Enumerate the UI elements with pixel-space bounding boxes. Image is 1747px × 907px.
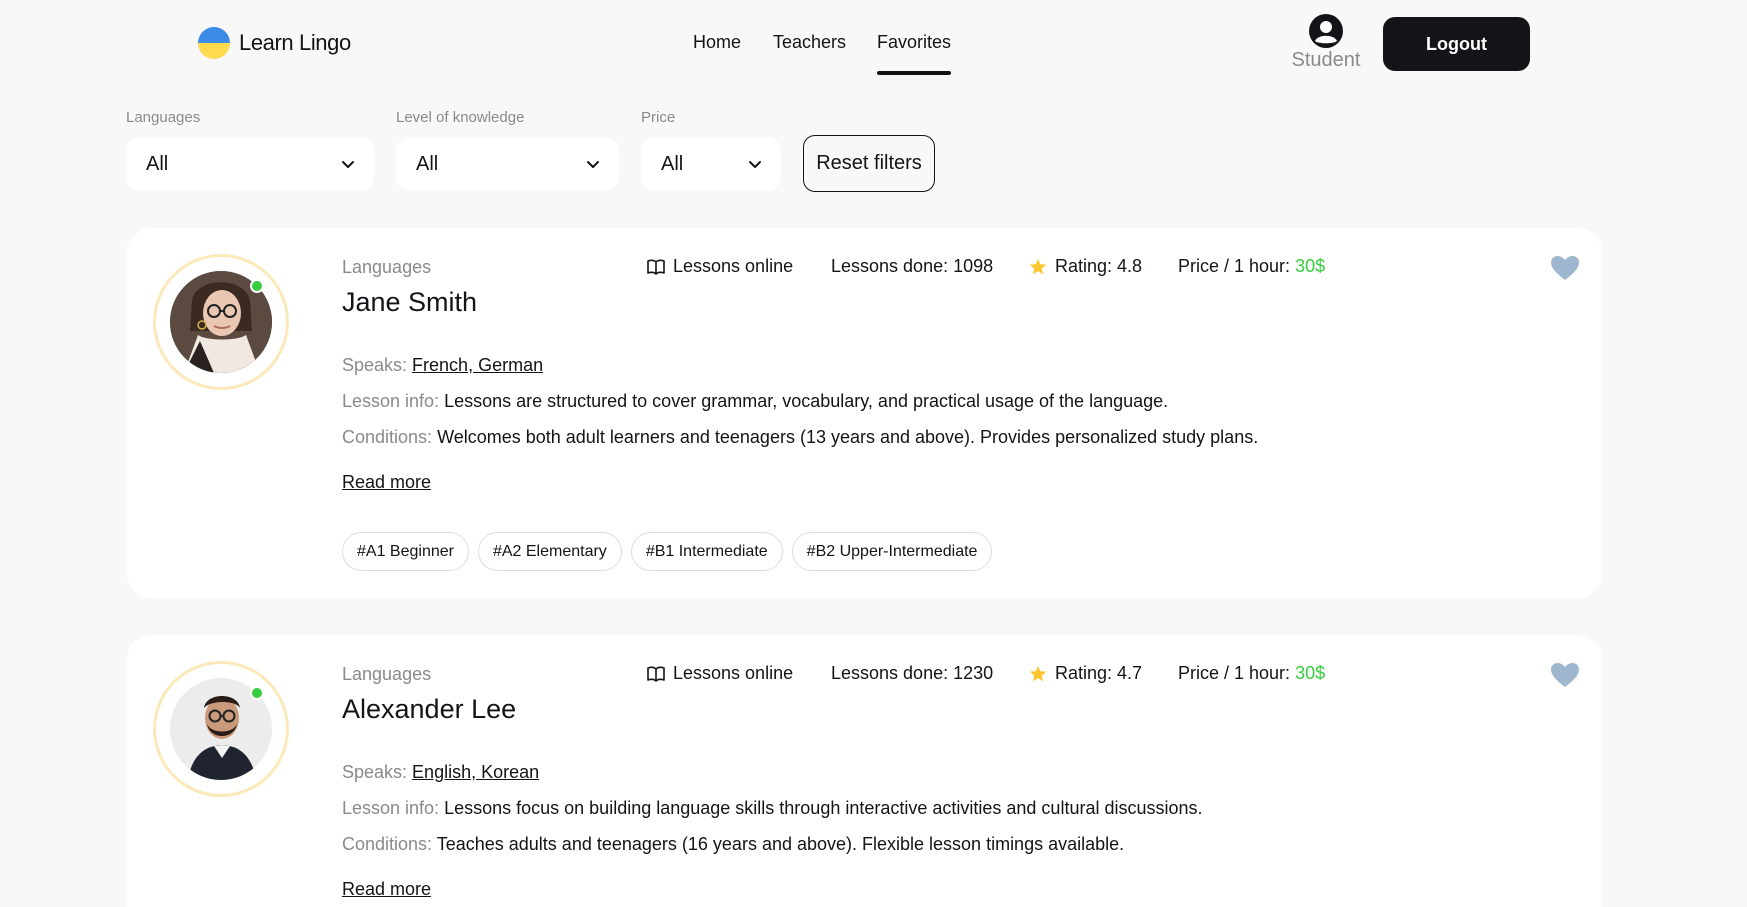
languages-filter-label: Languages bbox=[126, 109, 201, 126]
lessons-done-info: Lessons done: 1098 bbox=[831, 256, 993, 277]
lessons-online-info: Lessons online bbox=[647, 663, 793, 684]
logout-button[interactable]: Logout bbox=[1383, 17, 1530, 71]
teacher-name: Jane Smith bbox=[342, 287, 478, 317]
languages-select-value: All bbox=[146, 152, 169, 175]
chevron-down-icon bbox=[749, 161, 761, 168]
lessons-done-info: Lessons done: 1230 bbox=[831, 663, 993, 684]
price-info: Price / 1 hour: 30$ bbox=[1178, 663, 1325, 684]
level-tag[interactable]: #A2 Elementary bbox=[477, 532, 622, 571]
rating-info: Rating: 4.7 bbox=[1029, 663, 1142, 684]
nav-favorites[interactable]: Favorites bbox=[877, 32, 951, 53]
lesson-info-text: Lessons focus on building language skill… bbox=[444, 798, 1203, 818]
level-select[interactable]: All bbox=[396, 137, 619, 191]
rating-info: Rating: 4.8 bbox=[1029, 256, 1142, 277]
book-open-icon bbox=[647, 666, 665, 682]
price-select-value: All bbox=[661, 152, 684, 175]
conditions-line: Conditions: Welcomes both adult learners… bbox=[342, 427, 1258, 448]
rating-value: 4.8 bbox=[1117, 256, 1143, 276]
lessons-done-label: Lessons done: bbox=[831, 663, 954, 683]
reset-filters-button[interactable]: Reset filters bbox=[803, 135, 935, 192]
level-filter-label: Level of knowledge bbox=[396, 109, 525, 126]
conditions-label: Conditions: bbox=[342, 427, 438, 447]
speaks-label: Speaks: bbox=[342, 355, 413, 375]
active-nav-indicator bbox=[877, 71, 951, 75]
lesson-info-label: Lesson info: bbox=[342, 391, 445, 411]
lesson-info-line: Lesson info: Lessons are structured to c… bbox=[342, 391, 1168, 412]
rating-label: Rating: bbox=[1055, 256, 1118, 276]
read-more-link[interactable]: Read more bbox=[342, 472, 431, 493]
conditions-label: Conditions: bbox=[342, 834, 437, 854]
teacher-card: Languages Jane Smith Lessons online Less… bbox=[127, 228, 1602, 598]
price-label: Price / 1 hour: bbox=[1178, 256, 1296, 276]
lessons-done-value: 1098 bbox=[953, 256, 994, 276]
languages-label: Languages bbox=[342, 664, 432, 684]
speaks-label: Speaks: bbox=[342, 762, 413, 782]
price-value: 30$ bbox=[1295, 256, 1326, 276]
chevron-down-icon bbox=[587, 161, 599, 168]
ukraine-flag-icon bbox=[198, 27, 230, 59]
logo-text: Learn Lingo bbox=[239, 30, 351, 55]
price-info: Price / 1 hour: 30$ bbox=[1178, 256, 1325, 277]
rating-label: Rating: bbox=[1055, 663, 1118, 683]
logo[interactable]: Learn Lingo bbox=[198, 27, 351, 59]
lessons-done-label: Lessons done: bbox=[831, 256, 954, 276]
online-status-indicator bbox=[250, 686, 264, 700]
speaks-languages-link[interactable]: English, Korean bbox=[412, 762, 539, 782]
lessons-online-label: Lessons online bbox=[673, 663, 794, 683]
lesson-info-text: Lessons are structured to cover grammar,… bbox=[444, 391, 1169, 411]
online-status-indicator bbox=[250, 279, 264, 293]
chevron-down-icon bbox=[342, 161, 354, 168]
conditions-text: Teaches adults and teenagers (16 years a… bbox=[436, 834, 1125, 854]
read-more-link[interactable]: Read more bbox=[342, 879, 431, 900]
speaks-line: Speaks: French, German bbox=[342, 355, 543, 376]
header: Learn Lingo Home Teachers Favorites Stud… bbox=[0, 0, 1747, 90]
price-select[interactable]: All bbox=[641, 137, 781, 191]
star-icon bbox=[1029, 665, 1047, 682]
book-open-icon bbox=[647, 259, 665, 275]
teacher-card: Languages Alexander Lee Lessons online L… bbox=[127, 635, 1602, 907]
lesson-info-label: Lesson info: bbox=[342, 798, 445, 818]
user-profile[interactable]: Student bbox=[1290, 14, 1362, 72]
level-tag[interactable]: #A1 Beginner bbox=[342, 532, 469, 571]
teacher-name: Alexander Lee bbox=[342, 694, 517, 724]
heart-icon[interactable] bbox=[1550, 662, 1580, 688]
nav-home[interactable]: Home bbox=[693, 32, 741, 53]
teacher-avatar bbox=[153, 661, 289, 797]
price-label: Price / 1 hour: bbox=[1178, 663, 1296, 683]
lessons-done-value: 1230 bbox=[953, 663, 994, 683]
teacher-avatar bbox=[153, 254, 289, 390]
speaks-line: Speaks: English, Korean bbox=[342, 762, 539, 783]
level-tag[interactable]: #B1 Intermediate bbox=[630, 532, 783, 571]
rating-value: 4.7 bbox=[1117, 663, 1143, 683]
level-tag[interactable]: #B2 Upper-Intermediate bbox=[791, 532, 993, 571]
nav-teachers[interactable]: Teachers bbox=[773, 32, 846, 53]
lessons-online-label: Lessons online bbox=[673, 256, 794, 276]
languages-label: Languages bbox=[342, 257, 432, 277]
price-value: 30$ bbox=[1295, 663, 1326, 683]
level-tags: #A1 Beginner #A2 Elementary #B1 Intermed… bbox=[342, 532, 993, 571]
price-filter-label: Price bbox=[641, 109, 676, 126]
lessons-online-info: Lessons online bbox=[647, 256, 793, 277]
level-select-value: All bbox=[416, 152, 439, 175]
star-icon bbox=[1029, 258, 1047, 275]
user-avatar-icon bbox=[1309, 14, 1343, 48]
lesson-info-line: Lesson info: Lessons focus on building l… bbox=[342, 798, 1203, 819]
conditions-line: Conditions: Teaches adults and teenagers… bbox=[342, 834, 1124, 855]
heart-icon[interactable] bbox=[1550, 255, 1580, 281]
languages-select[interactable]: All bbox=[126, 137, 374, 191]
conditions-text: Welcomes both adult learners and teenage… bbox=[437, 427, 1259, 447]
speaks-languages-link[interactable]: French, German bbox=[412, 355, 543, 375]
user-role-label: Student bbox=[1291, 49, 1361, 71]
